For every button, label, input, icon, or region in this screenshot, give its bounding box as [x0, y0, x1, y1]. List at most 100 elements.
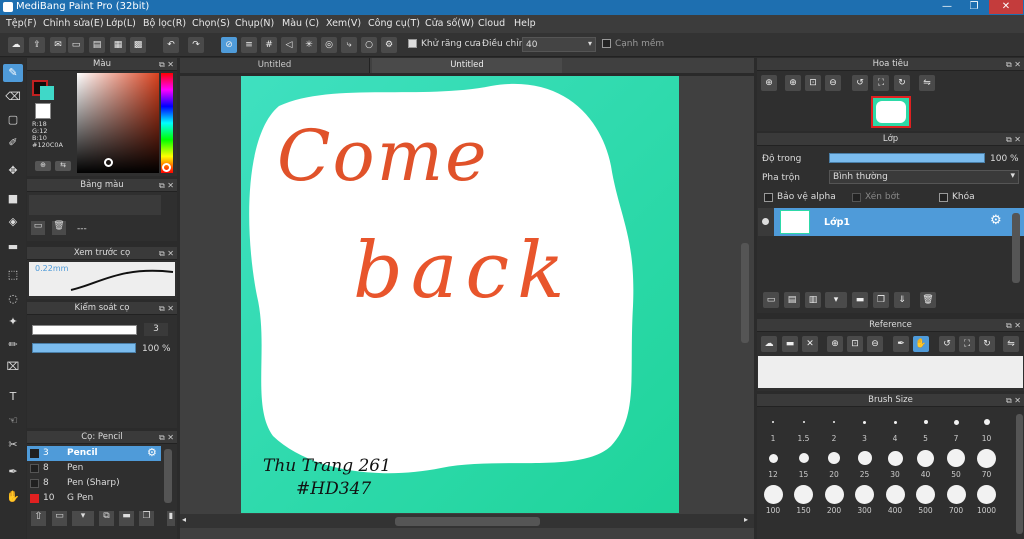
duplicate-layer-icon[interactable]: ❐	[873, 292, 889, 308]
hue-handle[interactable]	[162, 163, 171, 172]
grid-icon[interactable]: ▦	[110, 37, 126, 53]
fill-rect-tool-icon[interactable]: ■	[3, 190, 23, 208]
new-brush-icon[interactable]: ▭	[52, 511, 67, 526]
tab-untitled-1[interactable]: Untitled	[180, 58, 370, 73]
saturation-square[interactable]	[77, 73, 159, 173]
redo-icon[interactable]: ↷	[188, 37, 204, 53]
select-pen-icon[interactable]: ✏	[3, 336, 23, 354]
brush-item-pen-sharp[interactable]: 8 Pen (Sharp)	[27, 476, 161, 491]
antialias-checkbox[interactable]	[408, 39, 417, 49]
brush-size-option[interactable]: 500	[912, 484, 940, 518]
divide-tool-icon[interactable]: ✂	[3, 436, 23, 454]
menu-edit[interactable]: Chỉnh sửa(E)	[43, 18, 104, 29]
brush-delete-icon[interactable]: ▮	[167, 511, 175, 526]
brush-size-option[interactable]: 5	[912, 412, 940, 446]
brush-size-option[interactable]: 25	[851, 448, 879, 482]
ring-icon[interactable]: ○	[361, 37, 377, 53]
eraser-tool-icon[interactable]: ⌫	[3, 88, 23, 106]
brush-size-option[interactable]: 150	[790, 484, 818, 518]
close-icon[interactable]: ✕	[802, 336, 818, 352]
brush-size-option[interactable]: 2	[820, 412, 848, 446]
brush-size-option[interactable]: 50	[942, 448, 970, 482]
navigator-thumbnail[interactable]	[871, 96, 911, 128]
open-folder-icon[interactable]: ▬	[782, 336, 798, 352]
layer-visibility-toggle[interactable]	[758, 208, 774, 236]
grid-snap-icon[interactable]: #	[261, 37, 277, 53]
add-brush-cloud-icon[interactable]: ⇧	[31, 511, 46, 526]
fit-icon[interactable]: ⊡	[805, 75, 821, 91]
swap-color-icon[interactable]: ⇆	[55, 161, 71, 171]
rotate-left-icon[interactable]: ↺	[939, 336, 955, 352]
color-picker-handle[interactable]	[104, 158, 113, 167]
operation-tool-icon[interactable]: ☜	[3, 412, 23, 430]
brush-size-option[interactable]: 3	[851, 412, 879, 446]
lock-checkbox[interactable]	[939, 193, 948, 203]
rect-tool-icon[interactable]: ▢	[3, 111, 23, 129]
brush-size-option[interactable]: 100	[759, 484, 787, 518]
fit-window-icon[interactable]: ⛶	[959, 336, 975, 352]
brush-list-scrollbar[interactable]	[164, 449, 172, 503]
eyedropper-icon[interactable]: ✒	[3, 463, 23, 481]
maximize-button[interactable]: ❐	[962, 0, 986, 14]
brush-size-scrollbar[interactable]	[1016, 414, 1023, 534]
fit-icon[interactable]: ⊡	[847, 336, 863, 352]
add-palette-icon[interactable]: ▭	[31, 221, 45, 235]
magic-wand-icon[interactable]: ✦	[3, 313, 23, 331]
canvas-vertical-scrollbar[interactable]	[741, 243, 749, 343]
parallel-snap-icon[interactable]: ≡	[241, 37, 257, 53]
share-icon[interactable]: ⇪	[29, 37, 45, 53]
cloud-icon[interactable]: ☁	[8, 37, 24, 53]
page-icon[interactable]: ▭	[68, 37, 84, 53]
brush-item-pencil[interactable]: 3 Pencil ⚙	[27, 446, 161, 461]
fit-window-icon[interactable]: ⛶	[873, 75, 889, 91]
menu-window[interactable]: Cửa số(W)	[425, 18, 474, 29]
add-layer-menu-icon[interactable]: ▾	[825, 292, 847, 308]
brush-item-g-pen[interactable]: 10 G Pen	[27, 491, 161, 506]
background-color[interactable]	[40, 86, 54, 100]
brush-size-option[interactable]: 200	[820, 484, 848, 518]
menu-capture[interactable]: Chụp(N)	[235, 18, 274, 29]
brush-size-option[interactable]: 15	[790, 448, 818, 482]
minimize-button[interactable]: —	[935, 0, 959, 14]
comment-icon[interactable]: ✉	[50, 37, 66, 53]
flip-icon[interactable]: ⇋	[1003, 336, 1019, 352]
gear-icon[interactable]: ⚙	[990, 213, 1002, 228]
cloud-upload-icon[interactable]: ☁	[761, 336, 777, 352]
zoom-out-icon[interactable]: ⊖	[825, 75, 841, 91]
menu-cloud[interactable]: Cloud	[478, 18, 505, 29]
gear-icon[interactable]: ⚙	[147, 446, 157, 459]
palette-swatches[interactable]	[29, 195, 161, 215]
menu-select[interactable]: Chọn(S)	[192, 18, 230, 29]
brush-size-option[interactable]: 700	[942, 484, 970, 518]
transparent-swatch[interactable]	[35, 103, 51, 119]
drawing-canvas[interactable]: Come back Thu Trang 261 #HD347	[241, 76, 679, 513]
new-layer-icon[interactable]: ▭	[763, 292, 779, 308]
rotate-left-icon[interactable]: ↺	[852, 75, 868, 91]
adjust-dropdown[interactable]: 40 ▾	[522, 37, 596, 52]
brush-size-option[interactable]: 12	[759, 448, 787, 482]
brush-item-pen[interactable]: 8 Pen	[27, 461, 161, 476]
brush-size-option[interactable]: 20	[820, 448, 848, 482]
brush-size-option[interactable]: 300	[851, 484, 879, 518]
zoom-out-icon[interactable]: ⊖	[867, 336, 883, 352]
brush-menu-icon[interactable]: ▾	[72, 511, 94, 526]
undo-icon[interactable]: ↶	[163, 37, 179, 53]
brush-size-option[interactable]: 40	[912, 448, 940, 482]
circle-snap-icon[interactable]: ◎	[321, 37, 337, 53]
reference-image-area[interactable]	[758, 356, 1023, 388]
hand-tool-icon[interactable]: ✋	[3, 488, 23, 506]
brush-copy-icon[interactable]: ⧉	[99, 511, 114, 526]
curve-snap-icon[interactable]: ⤷	[341, 37, 357, 53]
delete-palette-icon[interactable]: 🗑	[52, 221, 66, 235]
menu-layer[interactable]: Lớp(L)	[106, 18, 136, 29]
select-rect-tool-icon[interactable]: ⬚	[3, 266, 23, 284]
brush-folder-icon[interactable]: ▬	[119, 511, 134, 526]
brush-size-option[interactable]: 1000	[973, 484, 1001, 518]
merge-layer-icon[interactable]: ⇓	[894, 292, 910, 308]
brush-size-option[interactable]: 30	[881, 448, 909, 482]
rotate-right-icon[interactable]: ↻	[894, 75, 910, 91]
select-eraser-icon[interactable]: ⌧	[3, 358, 23, 376]
edge-checkbox[interactable]	[602, 39, 611, 49]
brush-tool-icon[interactable]: ✎	[3, 64, 23, 82]
blend-mode-dropdown[interactable]: Bình thường ▾	[829, 170, 1019, 184]
